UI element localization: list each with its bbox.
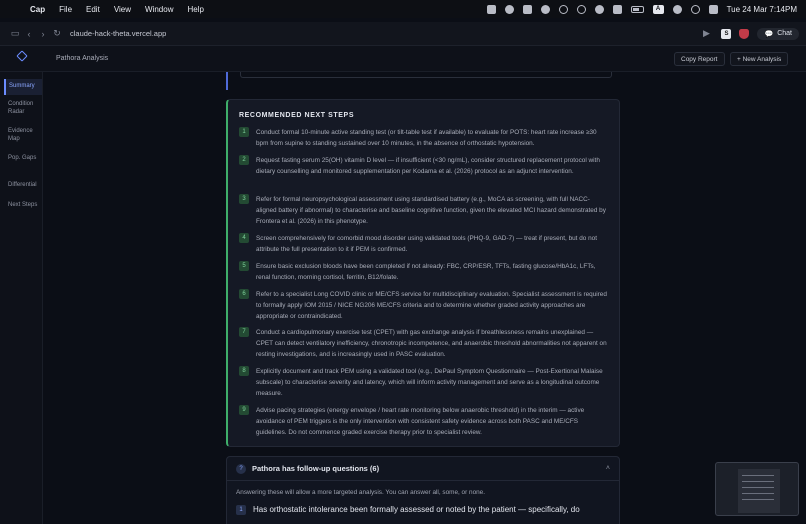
sidebar-item-differential[interactable]: Differential [4,182,42,190]
extension-s-icon[interactable]: S [721,28,732,39]
address-bar-url[interactable]: claude-hack-theta.vercel.app [70,29,166,38]
menu-bar-clock[interactable]: Tue 24 Mar 7:14PM [727,5,797,14]
sidebar-toggle-icon[interactable]: ▭ [8,28,22,39]
record-icon[interactable] [576,4,586,14]
airdrop-icon[interactable] [594,4,604,14]
thumbnail-line [742,499,774,500]
back-arrow-icon[interactable]: ‹ [22,29,36,39]
chat-button-label: Chat [777,30,792,37]
forward-arrow-icon[interactable]: › [36,29,50,39]
capture-icon[interactable] [522,4,532,14]
cloud-icon[interactable] [540,4,550,14]
step-number: 5 [239,261,249,271]
followup-questions-card: ? Pathora has follow-up questions (6) ˄ … [226,456,620,524]
step-number: 1 [239,127,249,137]
macos-menu-bar: Cap File Edit View Window Help A Tue 24 … [0,0,806,18]
reload-icon[interactable]: ↻ [50,28,64,39]
menu-app-name[interactable]: Cap [30,5,45,14]
next-steps-card: RECOMMENDED NEXT STEPS 1 Conduct formal … [226,99,620,447]
main-content: RECOMMENDED NEXT STEPS 1 Conduct formal … [43,72,806,524]
step-text: Conduct a cardiopulmonary exercise test … [256,329,607,358]
menu-edit[interactable]: Edit [86,5,100,14]
followup-header[interactable]: ? Pathora has follow-up questions (6) ˄ [227,457,619,481]
menu-view[interactable]: View [114,5,131,14]
step-text: Explicitly document and track PEM using … [256,368,603,397]
battery-icon[interactable] [630,5,644,13]
step-number: 4 [239,233,249,243]
sidebar-item-condition-radar[interactable]: Condition Radar [4,101,42,116]
step-number: 8 [239,366,249,376]
step-text: Refer to a specialist Long COVID clinic … [256,291,607,320]
control-center-icon[interactable] [708,4,718,14]
new-analysis-button[interactable]: + New Analysis [730,52,789,66]
step-text: Ensure basic exclusion bloods have been … [256,263,596,281]
thumbnail-line [742,475,774,476]
bluetooth-icon[interactable] [612,4,622,14]
sidebar-item-evidence-map[interactable]: Evidence Map [4,128,42,143]
step-number: 6 [239,289,249,299]
thumbnail-line [742,493,774,494]
shield-icon[interactable] [739,28,750,39]
play-circle-icon[interactable] [558,4,568,14]
copy-report-button[interactable]: Copy Report [674,52,725,66]
step-text: Conduct formal 10-minute active standing… [256,129,597,147]
step-text: Screen comprehensively for comorbid mood… [256,235,597,253]
thumbnail-line [742,481,774,482]
sidebar-item-pop-gaps[interactable]: Pop. Gaps [4,155,42,163]
thumbnail-line [742,487,774,488]
page-title: Pathora Analysis [56,55,109,62]
step-text: Advise pacing strategies (energy envelop… [256,407,585,436]
browser-toolbar: ▭ ‹ › ↻ claude-hack-theta.vercel.app ▶ S… [0,22,806,46]
apple-icon[interactable] [11,4,20,14]
wifi-icon[interactable] [672,4,682,14]
section-sidebar: Summary Condition Radar Evidence Map Pop… [0,50,43,524]
spotlight-search-icon[interactable] [690,4,700,14]
followup-description: Answering these will allow a more target… [236,489,486,496]
next-steps-title: RECOMMENDED NEXT STEPS [239,112,355,119]
sidebar-item-next-steps[interactable]: Next Steps [4,202,42,210]
question-text: Has orthostatic intolerance been formall… [253,505,580,514]
followup-title: Pathora has follow-up questions (6) [252,464,380,473]
step-text: Request fasting serum 25(OH) vitamin D l… [256,157,600,175]
chat-bubble-icon: 💬 [764,30,774,38]
menu-help[interactable]: Help [187,5,203,14]
menu-file[interactable]: File [59,5,72,14]
folder-icon[interactable] [486,4,496,14]
followup-question-item: 1 Has orthostatic intolerance been forma… [236,505,580,515]
app-header: Pathora Analysis Copy Report + New Analy… [0,46,806,72]
input-source-icon[interactable]: A [652,4,664,14]
chat-button[interactable]: 💬 Chat [757,27,799,40]
menu-window[interactable]: Window [145,5,173,14]
step-number: 3 [239,194,249,204]
recording-preview-thumbnail[interactable] [715,462,799,516]
step-number: 2 [239,155,249,165]
step-text: Refer for formal neuropsychological asse… [256,196,606,225]
previous-section-card [226,72,620,90]
step-number: 7 [239,327,249,337]
chevron-up-icon[interactable]: ˄ [606,465,610,472]
g-status-icon[interactable] [504,4,514,14]
previous-section-inner [240,72,612,78]
media-play-icon[interactable]: ▶ [699,28,713,39]
step-number: 9 [239,405,249,415]
question-number: 1 [236,505,246,515]
menu-bar-status-area: A Tue 24 Mar 7:14PM [486,4,797,14]
question-icon: ? [236,463,246,474]
sidebar-item-summary[interactable]: Summary [4,79,42,95]
